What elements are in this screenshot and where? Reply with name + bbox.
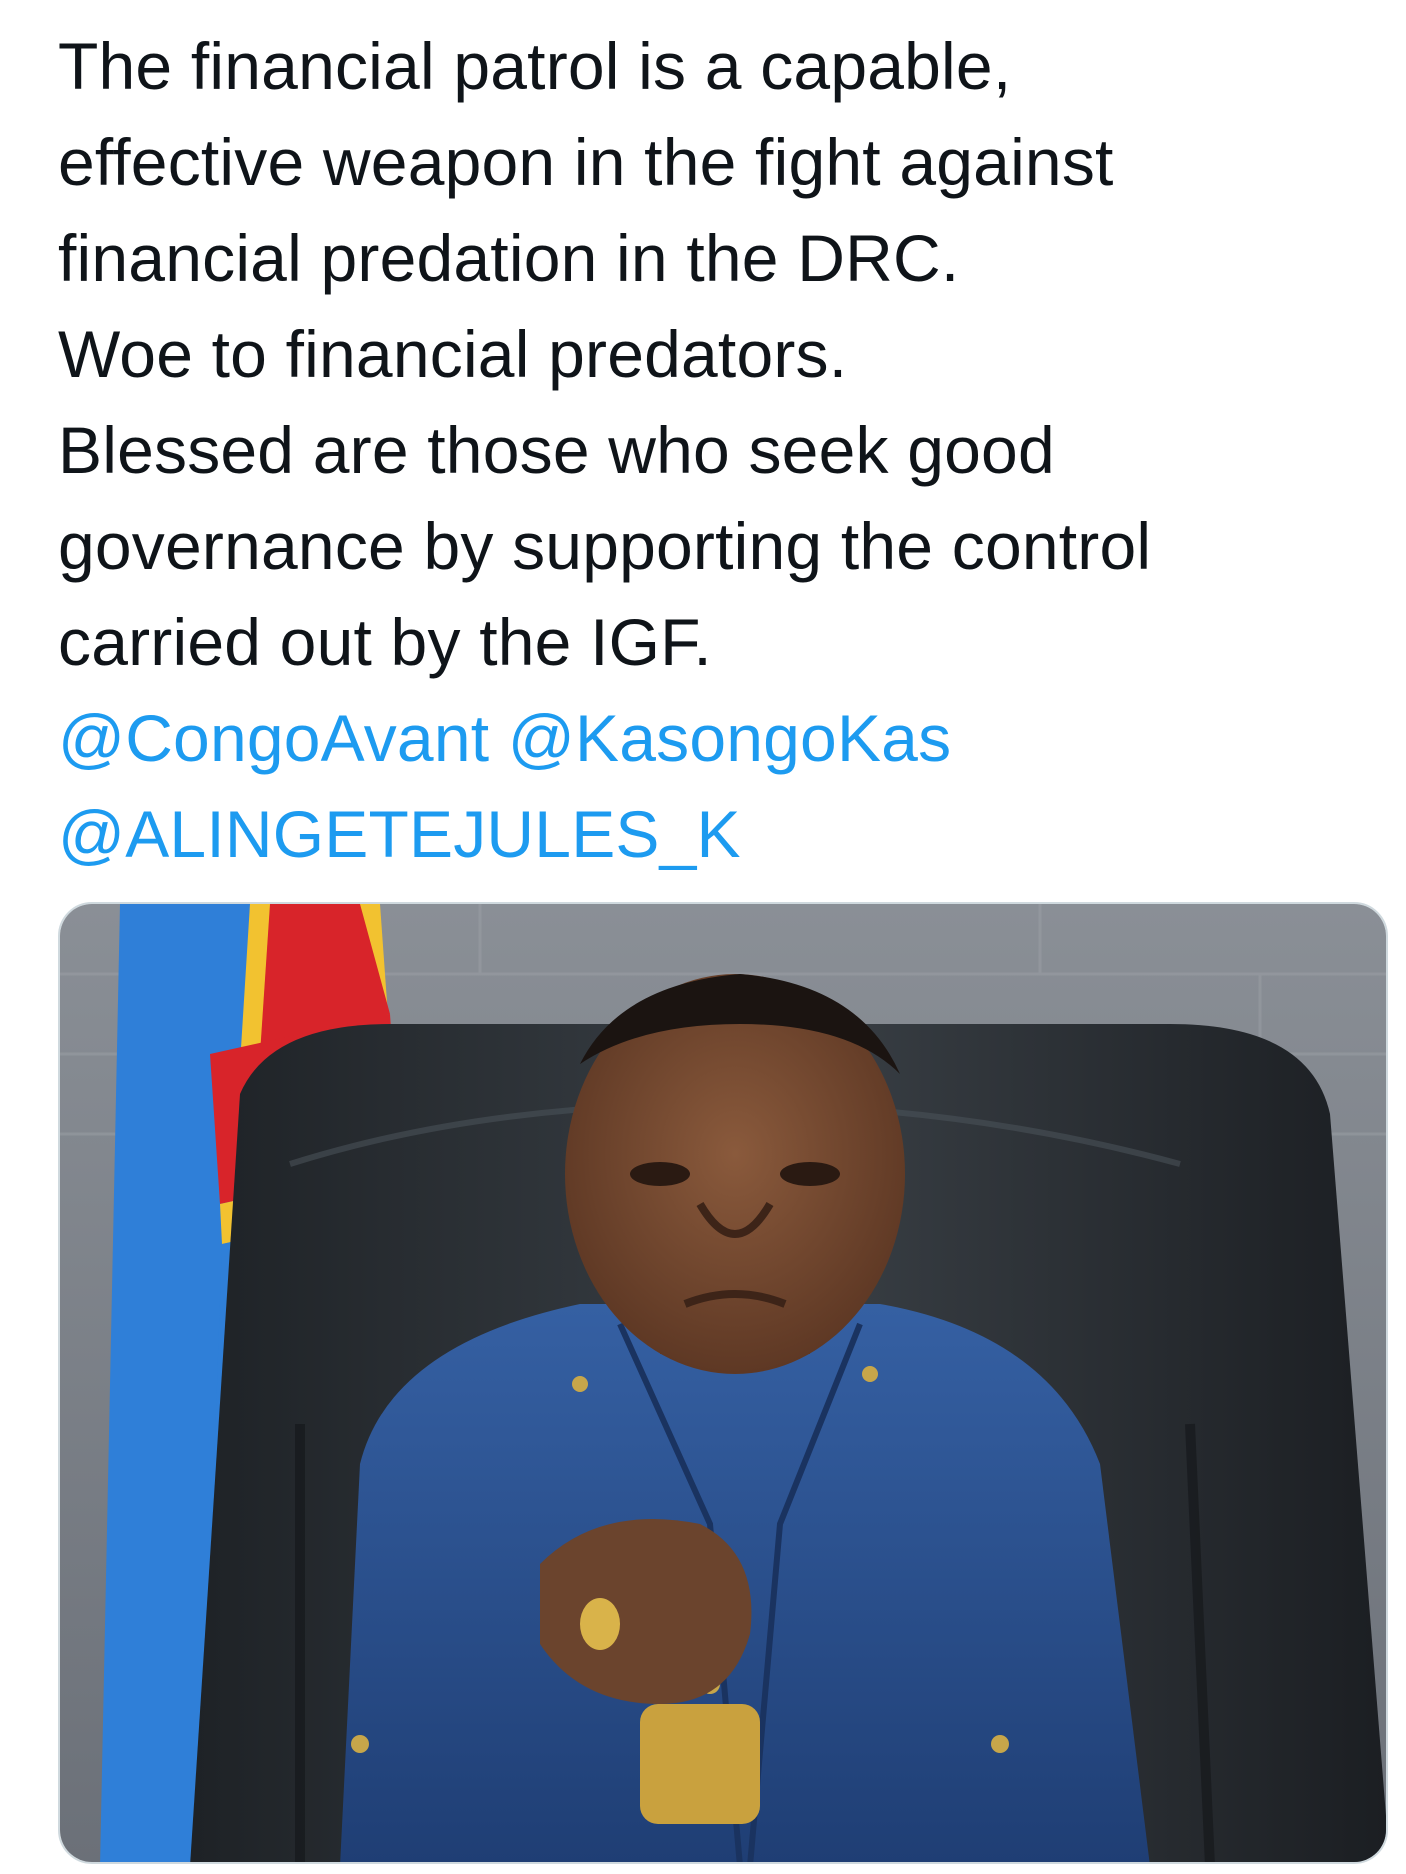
tweet-text-line: carried out by the IGF. [58, 605, 712, 679]
person-head [565, 974, 905, 1374]
tweet-text: The financial patrol is a capable, effec… [58, 18, 1358, 882]
mention-link-alingetejules[interactable]: @ALINGETEJULES_K [58, 797, 741, 871]
tweet-text-line: governance by supporting the control [58, 509, 1152, 583]
tweet-text-line: Blessed are those who seek good [58, 413, 1055, 487]
tweet-text-line: Woe to financial predators. [58, 317, 848, 391]
tweet-text-line: The financial patrol is a capable, [58, 29, 1012, 103]
photo-illustration [60, 904, 1386, 1862]
tweet-text-line: financial predation in the DRC. [58, 221, 960, 295]
wristwatch [640, 1704, 760, 1824]
mention-link-kasongokas[interactable]: @KasongoKas [508, 701, 951, 775]
mentions-row: @CongoAvant @KasongoKas [58, 690, 1358, 786]
tweet-text-line: effective weapon in the fight against [58, 125, 1114, 199]
mentions-row: @ALINGETEJULES_K [58, 786, 1358, 882]
tweet-media-photo[interactable] [58, 902, 1388, 1864]
mention-link-congoavant[interactable]: @CongoAvant [58, 701, 489, 775]
